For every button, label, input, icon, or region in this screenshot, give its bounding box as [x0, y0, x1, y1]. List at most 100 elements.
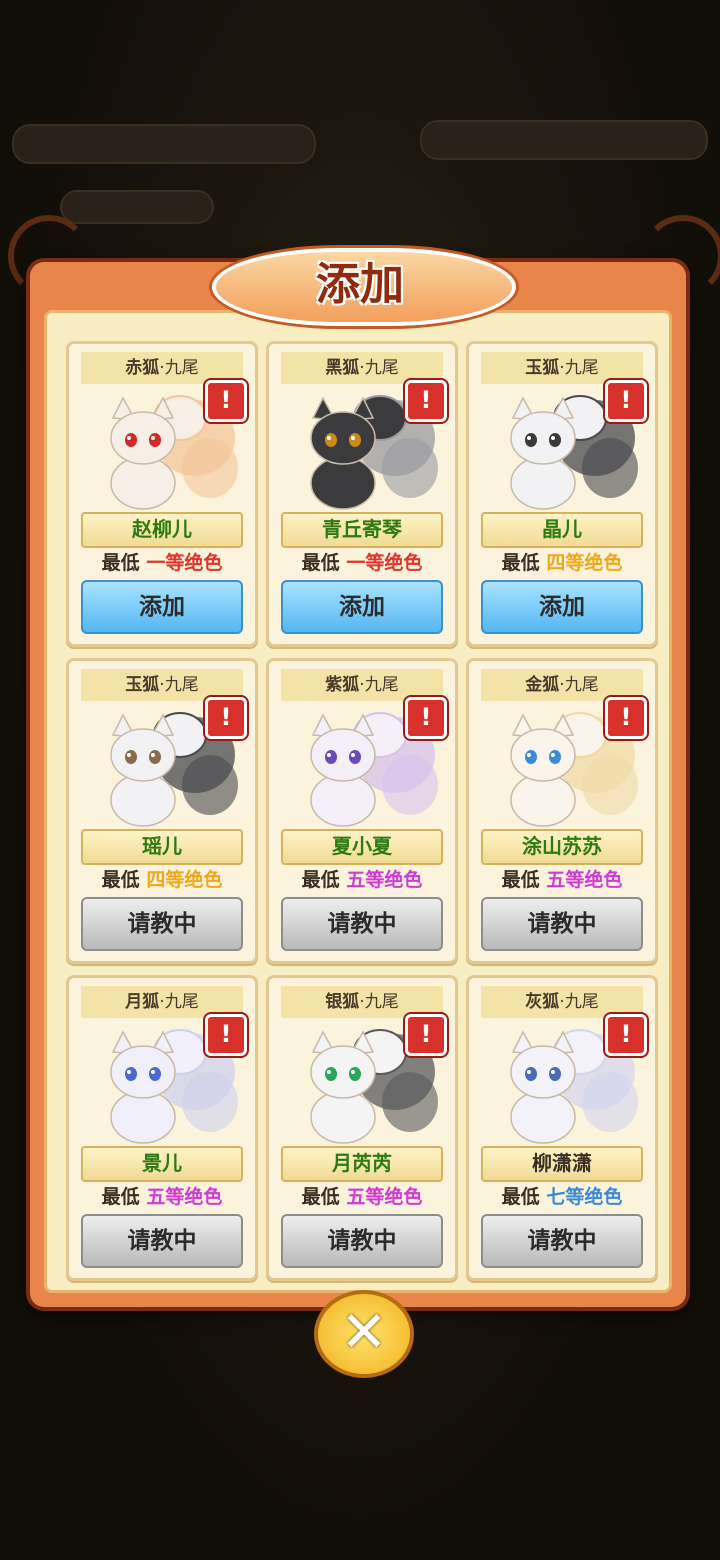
fox-card: 灰狐·九尾 ! 柳潇潇 最低 七等绝色 请教中 — [466, 975, 658, 1281]
fox-eye-right — [349, 433, 361, 447]
requirement-text: 最低 一等绝色 — [69, 548, 255, 575]
fox-card: 玉狐·九尾 ! 瑶儿 最低 四等绝色 请教中 — [66, 658, 258, 964]
alert-icon[interactable]: ! — [405, 1014, 447, 1056]
fox-type-prefix: 赤狐 — [125, 358, 160, 378]
requirement-text: 最低 一等绝色 — [269, 548, 455, 575]
fox-eye-right — [549, 1067, 561, 1081]
fox-type-prefix: 黑狐 — [325, 358, 360, 378]
fox-head — [110, 1045, 176, 1099]
fox-type-suffix: ·九尾 — [359, 992, 399, 1012]
fox-card: 金狐·九尾 ! 涂山苏苏 最低 五等绝色 请教中 — [466, 658, 658, 964]
alert-icon[interactable]: ! — [205, 697, 247, 739]
add-button[interactable]: 添加 — [81, 580, 243, 634]
consulting-button[interactable]: 请教中 — [481, 1214, 643, 1268]
fox-body — [110, 773, 176, 827]
fox-eye-left — [525, 433, 537, 447]
fox-name: 柳潇潇 — [481, 1146, 643, 1182]
fox-body — [310, 773, 376, 827]
fox-head — [110, 728, 176, 782]
fox-eye-left — [325, 1067, 337, 1081]
consulting-button[interactable]: 请教中 — [81, 1214, 243, 1268]
fox-body — [310, 1090, 376, 1144]
fox-body — [310, 456, 376, 510]
fox-type-prefix: 金狐 — [525, 675, 560, 695]
fox-head — [310, 1045, 376, 1099]
fox-head — [510, 411, 576, 465]
consulting-button[interactable]: 请教中 — [81, 897, 243, 951]
fox-eye-right — [549, 750, 561, 764]
fox-type-suffix: ·九尾 — [559, 992, 599, 1012]
background-bar — [12, 124, 316, 164]
requirement-rank: 五等绝色 — [346, 1186, 423, 1208]
fox-name: 瑶儿 — [81, 829, 243, 865]
fox-eye-right — [349, 750, 361, 764]
close-button[interactable]: ✕ — [314, 1290, 414, 1378]
alert-icon[interactable]: ! — [605, 697, 647, 739]
fox-name: 赵柳儿 — [81, 512, 243, 548]
requirement-rank: 五等绝色 — [146, 1186, 223, 1208]
fox-eye-right — [149, 750, 161, 764]
requirement-prefix: 最低 — [101, 1186, 140, 1208]
fox-body — [510, 1090, 576, 1144]
fox-head — [110, 411, 176, 465]
add-button[interactable]: 添加 — [281, 580, 443, 634]
dialog-title: 添加 — [316, 259, 404, 310]
fox-head — [510, 728, 576, 782]
alert-icon[interactable]: ! — [605, 380, 647, 422]
fox-type-prefix: 紫狐 — [325, 675, 360, 695]
alert-icon[interactable]: ! — [605, 1014, 647, 1056]
fox-card: 玉狐·九尾 ! 晶儿 最低 四等绝色 添加 — [466, 341, 658, 647]
fox-eye-left — [525, 1067, 537, 1081]
fox-eye-left — [125, 750, 137, 764]
fox-type-suffix: ·九尾 — [159, 675, 199, 695]
fox-eye-right — [149, 433, 161, 447]
fox-type-prefix: 玉狐 — [525, 358, 560, 378]
fox-eye-left — [325, 750, 337, 764]
fox-type-suffix: ·九尾 — [559, 675, 599, 695]
requirement-text: 最低 七等绝色 — [469, 1182, 655, 1209]
alert-icon[interactable]: ! — [205, 1014, 247, 1056]
requirement-prefix: 最低 — [501, 552, 540, 574]
background-bar — [420, 120, 708, 160]
consulting-button[interactable]: 请教中 — [281, 1214, 443, 1268]
fox-type-suffix: ·九尾 — [359, 675, 399, 695]
alert-icon[interactable]: ! — [405, 380, 447, 422]
fox-type-suffix: ·九尾 — [159, 358, 199, 378]
requirement-rank: 一等绝色 — [146, 552, 223, 574]
requirement-rank: 五等绝色 — [346, 869, 423, 891]
fox-head — [510, 1045, 576, 1099]
fox-type-prefix: 银狐 — [325, 992, 360, 1012]
fox-name: 夏小夏 — [281, 829, 443, 865]
alert-icon[interactable]: ! — [405, 697, 447, 739]
fox-type-suffix: ·九尾 — [159, 992, 199, 1012]
fox-card: 月狐·九尾 ! 景儿 最低 五等绝色 请教中 — [66, 975, 258, 1281]
fox-head — [310, 411, 376, 465]
requirement-rank: 七等绝色 — [546, 1186, 623, 1208]
alert-icon[interactable]: ! — [205, 380, 247, 422]
fox-eye-left — [325, 433, 337, 447]
requirement-prefix: 最低 — [301, 552, 340, 574]
requirement-text: 最低 五等绝色 — [269, 865, 455, 892]
background-bar — [60, 190, 214, 224]
fox-eye-right — [549, 433, 561, 447]
requirement-rank: 五等绝色 — [546, 869, 623, 891]
fox-name: 涂山苏苏 — [481, 829, 643, 865]
requirement-text: 最低 四等绝色 — [69, 865, 255, 892]
requirement-text: 最低 四等绝色 — [469, 548, 655, 575]
fox-eye-left — [125, 1067, 137, 1081]
fox-type-suffix: ·九尾 — [559, 358, 599, 378]
fox-eye-right — [349, 1067, 361, 1081]
requirement-rank: 四等绝色 — [546, 552, 623, 574]
fox-card: 赤狐·九尾 ! 赵柳儿 最低 一等绝色 添加 — [66, 341, 258, 647]
consulting-button[interactable]: 请教中 — [281, 897, 443, 951]
requirement-prefix: 最低 — [301, 1186, 340, 1208]
requirement-rank: 一等绝色 — [346, 552, 423, 574]
fox-card: 黑狐·九尾 ! 青丘寄琴 最低 一等绝色 添加 — [266, 341, 458, 647]
add-button[interactable]: 添加 — [481, 580, 643, 634]
fox-card: 紫狐·九尾 ! 夏小夏 最低 五等绝色 请教中 — [266, 658, 458, 964]
fox-head — [310, 728, 376, 782]
fox-eye-left — [525, 750, 537, 764]
consulting-button[interactable]: 请教中 — [481, 897, 643, 951]
fox-eye-right — [149, 1067, 161, 1081]
fox-body — [510, 773, 576, 827]
